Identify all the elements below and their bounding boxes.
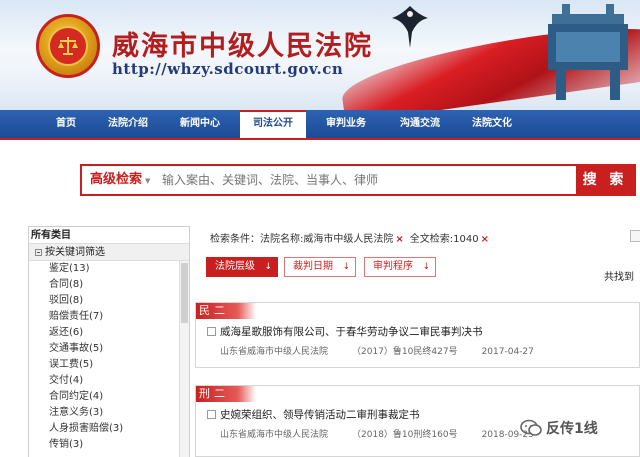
case-category-tag: 民二: [196, 303, 256, 319]
case-number: （2017）鲁10民终427号: [352, 347, 458, 357]
site-title: 威海市中级人民法院: [112, 31, 373, 62]
search-conditions: 检索条件：法院名称:威海市中级人民法院 × 全文检索:1040 ×: [210, 230, 495, 245]
sidebar-item[interactable]: 注意义务(3): [29, 405, 189, 421]
case-title[interactable]: 史婉荣组织、领导传销活动二审刑事裁定书: [207, 407, 420, 422]
keyword-filter-group[interactable]: 按关键词筛选: [29, 244, 189, 261]
header-banner: 威海市中级人民法院 http://whzy.sdcourt.gov.cn: [0, 0, 640, 110]
category-sidebar: 所有类目 按关键词筛选 鉴定(13) 合同(8) 驳回(8) 赔偿责任(7) 返…: [28, 226, 190, 457]
scrollbar-thumb[interactable]: [181, 263, 188, 323]
watermark: 反传1线: [520, 417, 598, 441]
search-type-dropdown[interactable]: 高级检索 ▼: [90, 166, 150, 194]
sidebar-item[interactable]: 返还(6): [29, 325, 189, 341]
search-button[interactable]: 搜 索: [576, 166, 634, 194]
sort-label: 法院层级: [215, 261, 255, 272]
chevron-down-icon: ▼: [145, 177, 151, 185]
results-total: 共找到: [604, 272, 634, 283]
sort-by-judgment-date-button[interactable]: 裁判日期 ↓: [284, 257, 356, 277]
bronze-ding-icon: [548, 4, 628, 100]
arrow-down-icon: ↓: [422, 262, 430, 272]
remove-fulltext-filter-icon[interactable]: ×: [481, 234, 489, 245]
sidebar-item[interactable]: 人身损害赔偿(3): [29, 421, 189, 437]
sort-label: 裁判日期: [293, 261, 333, 272]
sidebar-item[interactable]: 合同(8): [29, 277, 189, 293]
case-title-text[interactable]: 史婉荣组织、领导传销活动二审刑事裁定书: [220, 409, 420, 421]
scales-icon: [58, 37, 78, 55]
sidebar-item[interactable]: 合同约定(4): [29, 389, 189, 405]
case-number: （2018）鲁10刑终160号: [352, 430, 458, 440]
sort-label: 审判程序: [373, 261, 413, 272]
search-bar: 高级检索▼ 搜 索: [80, 164, 636, 196]
sidebar-item[interactable]: 交通事故(5): [29, 341, 189, 357]
nav-item-court-culture[interactable]: 法院文化: [462, 110, 522, 138]
court-filter-tag: 法院名称:威海市中级人民法院: [260, 234, 394, 245]
sidebar-item[interactable]: 误工费(5): [29, 357, 189, 373]
eagle-icon: [392, 6, 428, 48]
case-date: 2017-04-27: [481, 347, 534, 357]
sidebar-item[interactable]: 赔偿责任(7): [29, 309, 189, 325]
nav-item-judicial-openness[interactable]: 司法公开: [240, 110, 306, 138]
case-select-checkbox[interactable]: [207, 410, 216, 419]
toggle-box[interactable]: [630, 230, 640, 242]
sort-bar: 法院层级 ↓ 裁判日期 ↓ 审判程序 ↓: [206, 257, 640, 277]
case-meta: 山东省威海市中级人民法院 （2018）鲁10刑终160号 2018-09-25: [220, 427, 558, 440]
sidebar-item[interactable]: 交付(4): [29, 373, 189, 389]
conditions-prefix: 检索条件：: [210, 234, 260, 245]
sidebar-item[interactable]: 传销(3): [29, 437, 189, 453]
keyword-filter-label: 按关键词筛选: [45, 247, 105, 258]
sidebar-title: 所有类目: [29, 227, 189, 244]
nav-item-court-intro[interactable]: 法院介绍: [98, 110, 158, 138]
arrow-down-icon: ↓: [264, 262, 272, 272]
case-select-checkbox[interactable]: [207, 327, 216, 336]
nav-item-trial-business[interactable]: 审判业务: [316, 110, 376, 138]
sidebar-item[interactable]: 鉴定(13): [29, 261, 189, 277]
search-input[interactable]: [162, 170, 562, 190]
sidebar-scrollbar[interactable]: [179, 261, 189, 457]
sort-by-court-level-button[interactable]: 法院层级 ↓: [206, 257, 278, 277]
collapse-icon[interactable]: [35, 248, 42, 256]
case-court: 山东省威海市中级人民法院: [220, 347, 329, 357]
case-title[interactable]: 威海星歌服饰有限公司、于春华劳动争议二审民事判决书: [207, 324, 483, 339]
remove-court-filter-icon[interactable]: ×: [395, 234, 403, 245]
nav-item-news[interactable]: 新闻中心: [170, 110, 230, 138]
case-title-text[interactable]: 威海星歌服饰有限公司、于春华劳动争议二审民事判决书: [220, 326, 483, 338]
arrow-down-icon: ↓: [342, 262, 350, 272]
court-emblem-icon: [36, 14, 100, 78]
watermark-text: 反传1线: [546, 421, 598, 437]
sidebar-item[interactable]: 驳回(8): [29, 293, 189, 309]
fulltext-filter-tag: 全文检索:1040: [409, 234, 479, 245]
case-court: 山东省威海市中级人民法院: [220, 430, 329, 440]
sort-by-trial-procedure-button[interactable]: 审判程序 ↓: [364, 257, 436, 277]
search-type-label: 高级检索: [90, 172, 143, 187]
site-url[interactable]: http://whzy.sdcourt.gov.cn: [112, 60, 343, 78]
case-meta: 山东省威海市中级人民法院 （2017）鲁10民终427号 2017-04-27: [220, 344, 558, 357]
nav-item-communication[interactable]: 沟通交流: [390, 110, 450, 138]
nav-item-home[interactable]: 首页: [44, 110, 88, 138]
wechat-icon: [520, 419, 542, 436]
case-category-tag: 刑二: [196, 386, 256, 402]
case-result-card: 民二 威海星歌服饰有限公司、于春华劳动争议二审民事判决书 山东省威海市中级人民法…: [195, 302, 640, 368]
main-nav: 首页 法院介绍 新闻中心 司法公开 审判业务 沟通交流 法院文化: [0, 110, 640, 140]
